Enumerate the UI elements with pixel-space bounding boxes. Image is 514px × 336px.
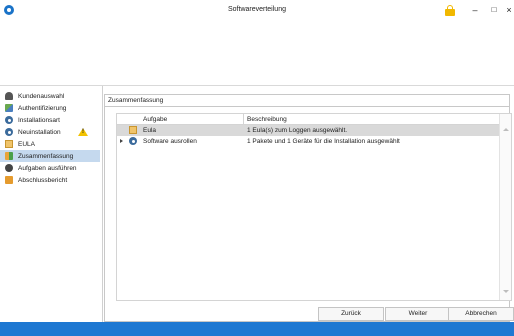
- auth-icon: [5, 104, 13, 112]
- sidebar-item-label: Neuinstallation: [18, 128, 61, 136]
- sidebar-item-label: EULA: [18, 140, 35, 148]
- sidebar-item-abschlussbericht[interactable]: Abschlussbericht: [0, 174, 100, 186]
- sidebar-item-eula[interactable]: EULA: [0, 138, 100, 150]
- sidebar-item-label: Abschlussbericht: [18, 176, 68, 184]
- column-header-aufgabe[interactable]: Aufgabe: [143, 116, 167, 123]
- user-icon: [5, 92, 13, 100]
- sidebar-item-authentifizierung[interactable]: Authentifizierung: [0, 102, 100, 114]
- table-header: Aufgabe Beschreibung: [117, 114, 499, 125]
- sidebar-item-zusammenfassung[interactable]: Zusammenfassung: [0, 150, 100, 162]
- back-button[interactable]: Zurück: [318, 307, 384, 321]
- scroll-down-icon[interactable]: [503, 290, 509, 293]
- scroll-up-icon[interactable]: [503, 128, 509, 131]
- window-title: Softwareverteilung: [228, 6, 286, 13]
- cancel-button[interactable]: Abbrechen: [448, 307, 514, 321]
- expand-arrow-icon[interactable]: [120, 139, 123, 143]
- gear-icon: [129, 137, 137, 145]
- row-task: Software ausrollen: [143, 138, 197, 145]
- report-icon: [5, 176, 13, 184]
- row-task: Eula: [143, 127, 157, 134]
- maximize-button[interactable]: □: [487, 3, 501, 17]
- sidebar-divider: [102, 86, 103, 322]
- summary-table: Aufgabe Beschreibung Eula 1 Eula(s) zum …: [116, 113, 512, 301]
- next-button[interactable]: Weiter: [385, 307, 451, 321]
- sidebar-item-aufgaben-ausfuehren[interactable]: Aufgaben ausführen: [0, 162, 100, 174]
- status-bar: [0, 322, 514, 336]
- table-row[interactable]: Eula 1 Eula(s) zum Loggen ausgewählt.: [117, 125, 499, 136]
- header-band: [0, 22, 514, 86]
- close-button[interactable]: ×: [504, 3, 514, 17]
- summary-icon: [5, 152, 13, 160]
- sidebar-item-neuinstallation[interactable]: Neuinstallation: [0, 126, 100, 138]
- sidebar-item-label: Zusammenfassung: [18, 152, 74, 160]
- sidebar-item-label: Kundenauswahl: [18, 92, 65, 100]
- row-description: 1 Pakete und 1 Geräte für die Installati…: [247, 138, 400, 145]
- sidebar-item-label: Aufgaben ausführen: [18, 164, 77, 172]
- column-divider[interactable]: [243, 114, 244, 125]
- run-icon: [5, 164, 13, 172]
- sidebar-item-installationsart[interactable]: Installationsart: [0, 114, 100, 126]
- group-title: Zusammenfassung: [108, 97, 164, 104]
- row-description: 1 Eula(s) zum Loggen ausgewählt.: [247, 127, 348, 134]
- column-header-beschreibung[interactable]: Beschreibung: [247, 116, 287, 123]
- wizard-sidebar: Kundenauswahl Authentifizierung Installa…: [0, 90, 100, 322]
- lock-icon[interactable]: [445, 5, 455, 16]
- warning-icon: [78, 128, 88, 136]
- table-row[interactable]: Software ausrollen 1 Pakete und 1 Geräte…: [117, 136, 499, 147]
- title-bar: Softwareverteilung – □ ×: [0, 0, 514, 22]
- sidebar-item-label: Installationsart: [18, 116, 60, 124]
- group-separator: [105, 106, 509, 107]
- sidebar-item-kundenauswahl[interactable]: Kundenauswahl: [0, 90, 100, 102]
- document-icon: [129, 126, 137, 134]
- document-icon: [5, 140, 13, 148]
- gear-icon: [5, 128, 13, 136]
- gear-icon: [5, 116, 13, 124]
- sidebar-item-label: Authentifizierung: [18, 104, 67, 112]
- vertical-scrollbar[interactable]: [499, 114, 511, 300]
- minimize-button[interactable]: –: [468, 3, 482, 17]
